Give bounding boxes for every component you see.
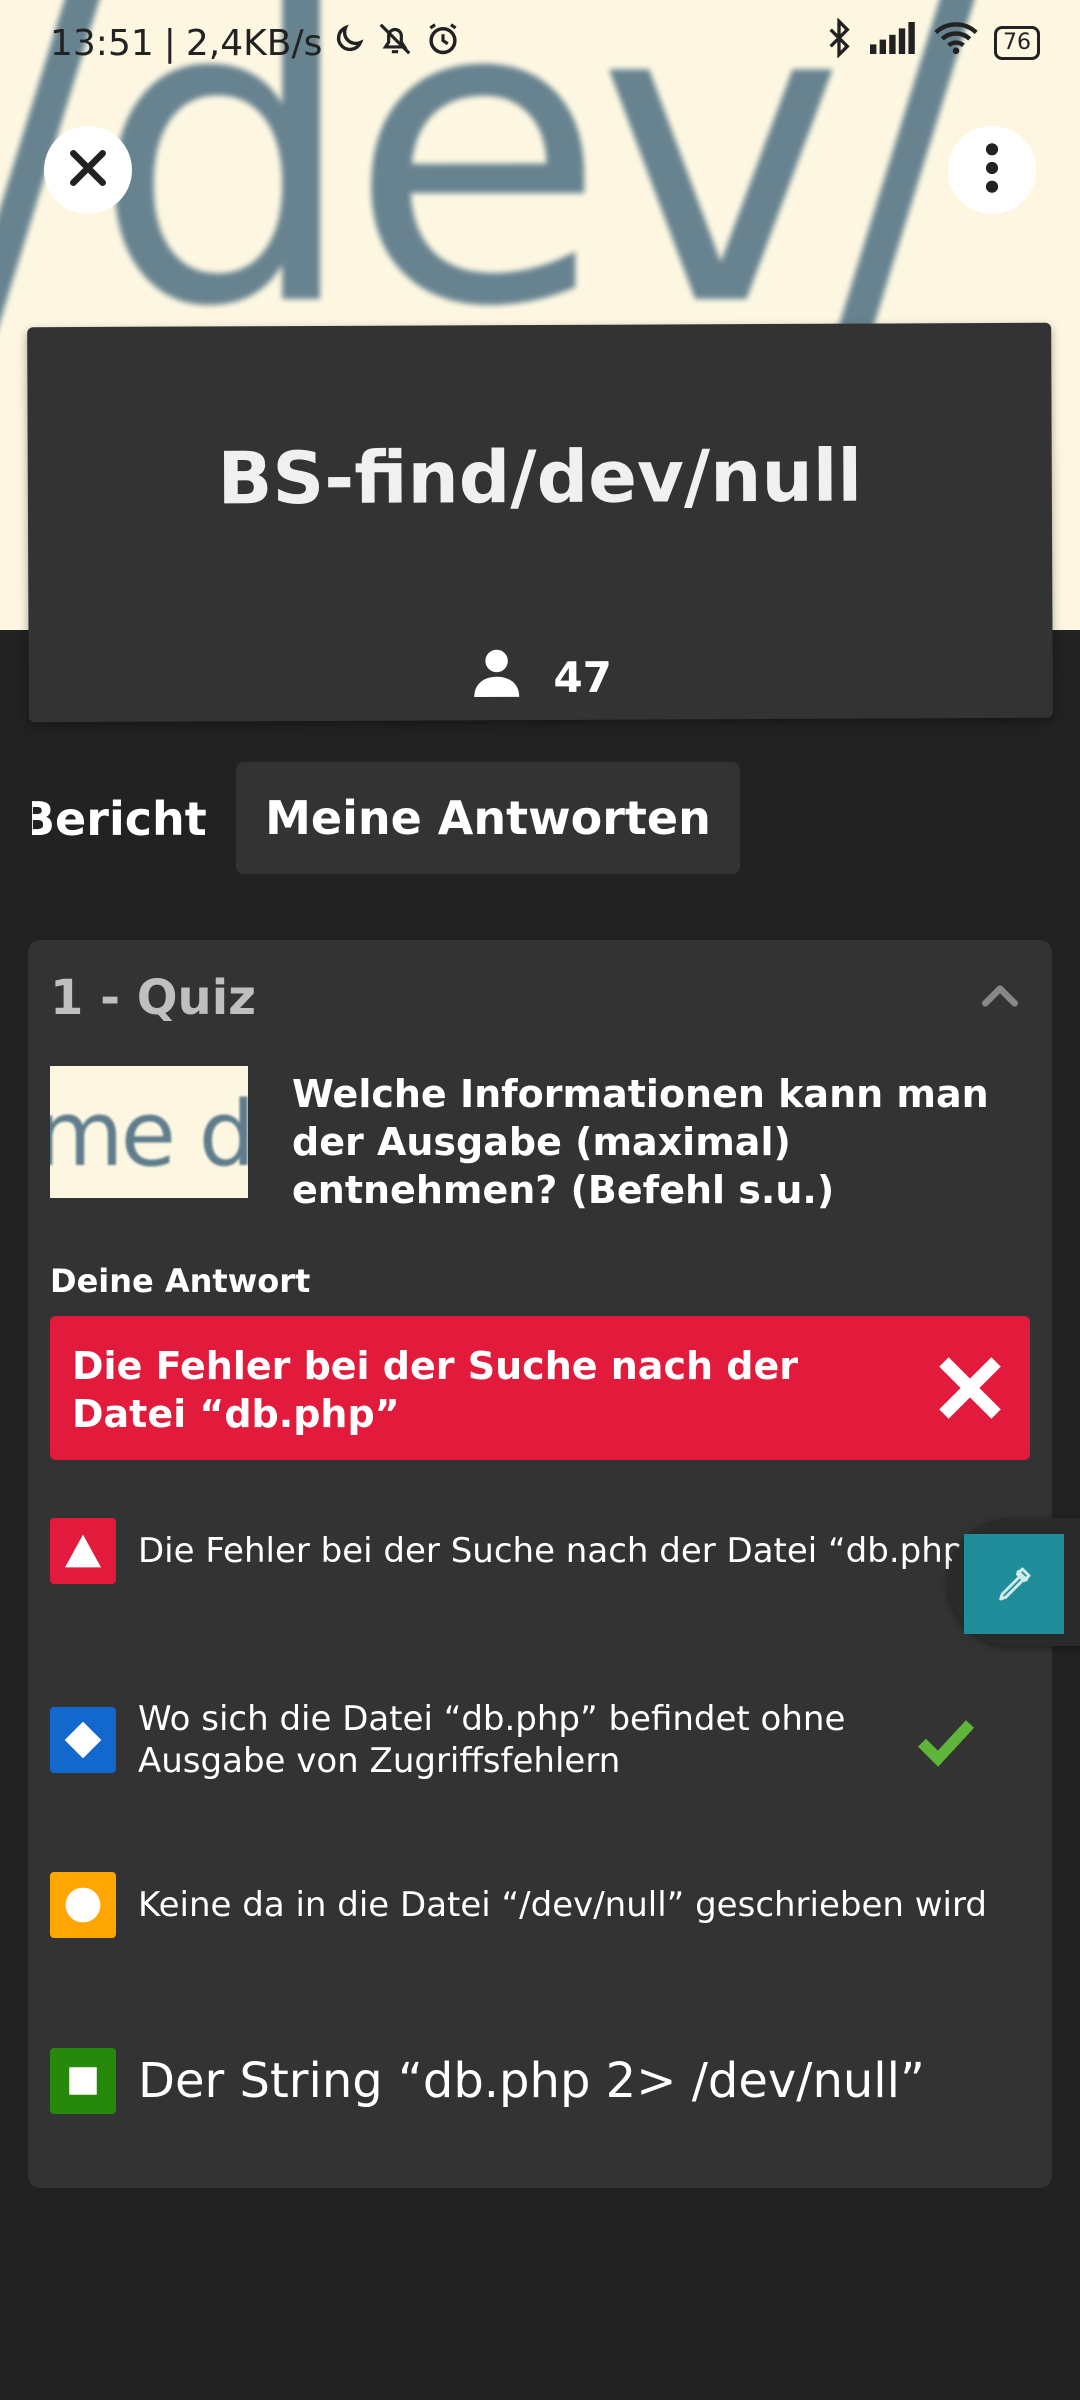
player-count: 47	[29, 643, 1053, 711]
more-vertical-icon	[982, 140, 1002, 200]
tab-report[interactable]: Bericht	[32, 792, 207, 846]
your-answer-box: Die Fehler bei der Suche nach der Datei …	[50, 1316, 1030, 1460]
answer-option: Die Fehler bei der Suche nach der Datei …	[50, 1518, 1050, 1584]
answer-option: Wo sich die Datei “db.php” befindet ohne…	[50, 1692, 1050, 1788]
answer-option: Keine da in die Datei “/dev/null” geschr…	[50, 1872, 1050, 1938]
tab-bar: Bericht Meine Antworten	[0, 762, 1080, 874]
status-separator: |	[163, 23, 176, 64]
moon-icon	[332, 22, 366, 65]
user-icon	[469, 645, 523, 709]
square-icon	[50, 2048, 116, 2114]
quiz-header: 1 - Quiz	[50, 970, 257, 1026]
alarm-icon	[424, 20, 462, 67]
status-left: 13:51 | 2,4KB/s	[50, 20, 462, 67]
answer-option-text: Wo sich die Datei “db.php” befindet ohne…	[138, 1699, 846, 1781]
your-answer-text: Die Fehler bei der Suche nach der Datei …	[72, 1344, 798, 1436]
more-options-button[interactable]	[948, 126, 1036, 214]
circle-icon	[50, 1872, 116, 1938]
your-answer-label: Deine Antwort	[50, 1262, 311, 1300]
wifi-icon	[934, 21, 978, 64]
thumbnail-text: me d	[50, 1082, 248, 1187]
eyedropper-icon	[964, 1534, 1064, 1634]
signal-icon	[870, 21, 918, 64]
close-icon	[66, 146, 110, 194]
check-icon	[914, 1708, 978, 1772]
status-bar: 13:51 | 2,4KB/s 76	[0, 0, 1080, 84]
answer-option: Der String “db.php 2> /dev/null”	[50, 2048, 1050, 2114]
answer-option-text: Die Fehler bei der Suche nach der Datei …	[138, 1531, 982, 1571]
close-button[interactable]	[44, 126, 132, 214]
quiz-result-card: 1 - Quiz me d Welche Informationen kann …	[28, 940, 1052, 2188]
triangle-icon	[50, 1518, 116, 1584]
page-title: BS-find/dev/null	[217, 433, 863, 521]
chevron-up-icon[interactable]	[978, 974, 1022, 1018]
kahoot-title-card: BS-find/dev/null 47	[27, 322, 1053, 723]
status-time: 13:51	[50, 23, 154, 64]
status-speed: 2,4KB/s	[185, 23, 323, 64]
tab-my-answers[interactable]: Meine Antworten	[236, 762, 740, 874]
status-right: 76	[824, 17, 1040, 67]
question-thumbnail: me d	[50, 1066, 248, 1198]
edit-floating-button[interactable]	[948, 1518, 1080, 1646]
answer-option-text: Der String “db.php 2> /dev/null”	[138, 2053, 925, 2109]
wrong-x-icon	[938, 1356, 1002, 1420]
bluetooth-icon	[824, 17, 854, 67]
diamond-icon	[50, 1707, 116, 1773]
player-count-value: 47	[553, 652, 612, 702]
question-text: Welche Informationen kann man der Ausgab…	[292, 1072, 989, 1212]
answer-option-text: Keine da in die Datei “/dev/null” geschr…	[138, 1885, 987, 1925]
battery-icon: 76	[994, 25, 1040, 60]
bell-off-icon	[376, 20, 414, 67]
